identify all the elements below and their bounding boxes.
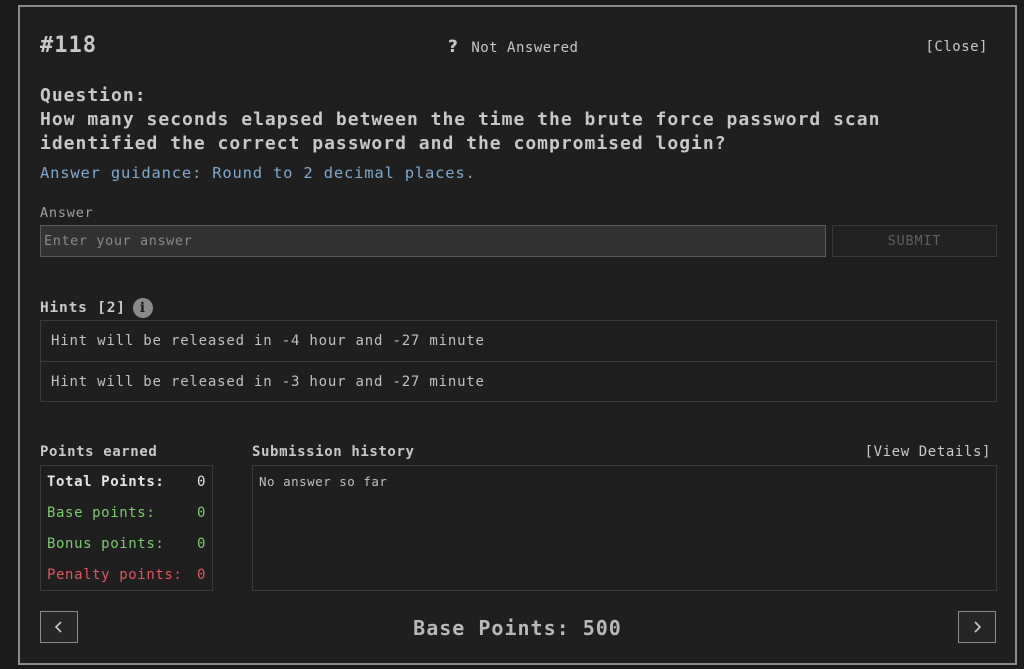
- base-points-row: Base points: 0: [47, 505, 206, 525]
- question-modal: #118 ? Not Answered [Close] Question: Ho…: [18, 5, 1017, 665]
- points-earned-box: Total Points: 0 Base points: 0 Bonus poi…: [40, 465, 213, 591]
- close-button[interactable]: [Close]: [925, 39, 988, 55]
- hints-header: Hints [2] i: [40, 298, 153, 318]
- chevron-right-icon: [974, 621, 982, 633]
- question-label: Question:: [40, 85, 147, 106]
- modal-header: #118 ? Not Answered [Close]: [40, 33, 988, 63]
- view-details-link[interactable]: [View Details]: [865, 444, 991, 460]
- answer-label: Answer: [40, 205, 94, 221]
- question-number: #118: [40, 33, 97, 58]
- base-points-value: 0: [196, 505, 206, 521]
- hints-list: Hint will be released in -4 hour and -27…: [40, 320, 997, 402]
- answer-input[interactable]: [40, 225, 826, 257]
- next-question-button[interactable]: [958, 611, 996, 643]
- points-earned-title: Points earned: [40, 444, 158, 460]
- bonus-points-value: 0: [196, 536, 206, 552]
- submission-empty-text: No answer so far: [259, 474, 388, 489]
- submission-history-title: Submission history: [252, 444, 415, 460]
- hint-item[interactable]: Hint will be released in -3 hour and -27…: [41, 361, 996, 401]
- penalty-points-row: Penalty points: 0: [47, 567, 206, 587]
- answer-status: ? Not Answered: [448, 37, 578, 57]
- question-mark-icon: ?: [448, 37, 459, 57]
- submission-history-box: No answer so far: [252, 465, 997, 591]
- hint-item[interactable]: Hint will be released in -4 hour and -27…: [41, 321, 996, 361]
- submit-button[interactable]: SUBMIT: [832, 225, 997, 257]
- penalty-points-label: Penalty points:: [47, 567, 183, 583]
- question-text: How many seconds elapsed between the tim…: [40, 109, 881, 154]
- bonus-points-row: Bonus points: 0: [47, 536, 206, 556]
- total-points-row: Total Points: 0: [47, 474, 206, 494]
- info-icon[interactable]: i: [132, 298, 153, 318]
- penalty-points-value: 0: [196, 567, 206, 583]
- answer-status-text: Not Answered: [471, 40, 579, 56]
- total-points-label: Total Points:: [47, 474, 165, 490]
- answer-guidance: Answer guidance: Round to 2 decimal plac…: [40, 164, 476, 182]
- base-points-summary: Base Points: 500: [413, 616, 622, 640]
- hints-title: Hints [2]: [40, 300, 126, 316]
- total-points-value: 0: [196, 474, 206, 490]
- base-points-label: Base points:: [47, 505, 156, 521]
- bonus-points-label: Bonus points:: [47, 536, 165, 552]
